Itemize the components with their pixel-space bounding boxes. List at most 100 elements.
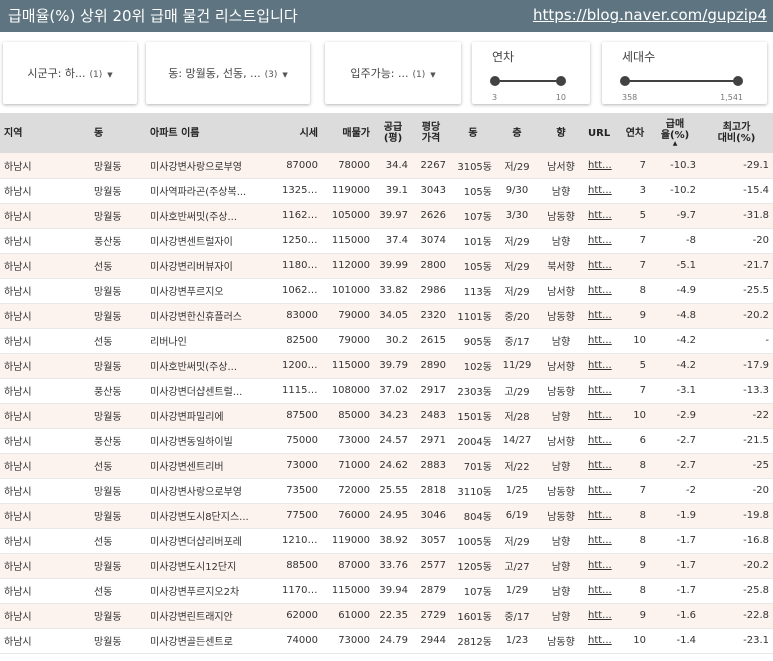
cell-url[interactable]: htt... [584, 203, 620, 229]
table-row[interactable]: 하남시 망월동 미사강변한신휴플러스 83000 79000 34.05 2320 1101동… [0, 303, 773, 329]
cell-listing-price: 108000 [322, 378, 374, 404]
cell-url[interactable]: htt... [584, 153, 620, 179]
column-header-vs-peak[interactable]: 최고가 대비(%) [700, 113, 773, 153]
dong-filter-count: (3) [264, 70, 278, 80]
table-row[interactable]: 하남시 망월동 미사강변파밀리에 87500 85000 34.23 2483 1501동 저/… [0, 403, 773, 429]
column-header-price-per-pyeong[interactable]: 평당 가격 [412, 113, 450, 153]
column-header-dong[interactable]: 동 [90, 113, 146, 153]
column-header-building[interactable]: 동 [450, 113, 496, 153]
dong-filter[interactable]: 동: 망월동, 선동, ... (3) ▼ [146, 42, 310, 104]
cell-market-price: 121000 [278, 528, 322, 554]
households-slider-min-handle[interactable] [620, 76, 630, 86]
sigungu-filter[interactable]: 시군구: 하... (1) ▼ [3, 42, 137, 104]
cell-url[interactable]: htt... [584, 178, 620, 204]
cell-price-per-pyeong: 2917 [412, 378, 450, 404]
cell-url[interactable]: htt... [584, 503, 620, 529]
cell-url[interactable]: htt... [584, 228, 620, 254]
move-in-filter[interactable]: 입주가능: ... (1) ▼ [325, 42, 461, 104]
table-row[interactable]: 하남시 선동 미사강변더샵리버포레 121000 119000 38.92 3057 1005… [0, 528, 773, 554]
cell-market-price: 111500 [278, 378, 322, 404]
cell-url[interactable]: htt... [584, 328, 620, 354]
table-row[interactable]: 하남시 망월동 미사강변골든센트로 74000 73000 24.79 2944 2812동 1… [0, 628, 773, 654]
column-header-region[interactable]: 지역 [0, 113, 90, 153]
table-row[interactable]: 하남시 풍산동 미사강변더샵센트럴... 111500 108000 37.02 2917 2… [0, 378, 773, 404]
cell-url[interactable]: htt... [584, 578, 620, 604]
cell-url[interactable]: htt... [584, 528, 620, 554]
cell-url[interactable]: htt... [584, 628, 620, 654]
column-header-direction[interactable]: 향 [538, 113, 584, 153]
cell-supply-area: 34.23 [374, 403, 412, 429]
column-header-discount-rate[interactable]: 급매 율(%) ▲ [650, 113, 700, 153]
year-slider-max-label: 10 [555, 93, 566, 102]
table-row[interactable]: 하남시 망월동 미사강변사랑으로부영 87000 78000 34.4 2267 3105동 저… [0, 153, 773, 179]
cell-url[interactable]: htt... [584, 603, 620, 629]
cell-supply-area: 39.99 [374, 253, 412, 279]
column-header-market-price[interactable]: 시세 [278, 113, 322, 153]
column-header-supply-area[interactable]: 공급 (평) [374, 113, 412, 153]
table-row[interactable]: 하남시 망월동 미사호반써밋(주상... 120000 115000 39.79 2890 1… [0, 353, 773, 379]
cell-market-price: 82500 [278, 328, 322, 354]
cell-url[interactable]: htt... [584, 303, 620, 329]
column-header-floor[interactable]: 층 [496, 113, 538, 153]
cell-age: 7 [620, 153, 650, 179]
cell-url[interactable]: htt... [584, 403, 620, 429]
cell-direction: 남향 [538, 553, 584, 579]
column-header-age[interactable]: 연차 [620, 113, 650, 153]
cell-listing-price: 119000 [322, 178, 374, 204]
table-row[interactable]: 하남시 선동 미사강변리버뷰자이 118000 112000 39.99 2800 105동 저… [0, 253, 773, 279]
column-header-label: 평당 가격 [421, 122, 441, 144]
column-header-apartment-name[interactable]: 아파트 이름 [146, 113, 278, 153]
households-slider-track[interactable] [625, 80, 738, 82]
blog-link[interactable]: https://blog.naver.com/gupzip4 [533, 6, 767, 24]
cell-apartment-name: 미사강변동일하이빌 [146, 428, 278, 454]
cell-listing-price: 79000 [322, 303, 374, 329]
cell-floor: 중/17 [496, 603, 538, 629]
year-slider-min-handle[interactable] [490, 76, 500, 86]
table-row[interactable]: 하남시 망월동 미사강변도시8단지스... 77500 76000 24.95 3046 80… [0, 503, 773, 529]
table-row[interactable]: 하남시 선동 미사강변센트리버 73000 71000 24.62 2883 701동 저/22… [0, 453, 773, 479]
cell-url[interactable]: htt... [584, 478, 620, 504]
sigungu-filter-label: 시군구: 하... [27, 67, 86, 80]
cell-listing-price: 73000 [322, 628, 374, 654]
column-header-listing-price[interactable]: 매물가 [322, 113, 374, 153]
cell-floor: 3/30 [496, 203, 538, 229]
cell-region: 하남시 [0, 603, 90, 629]
table-row[interactable]: 하남시 풍산동 미사강변센트럴자이 125000 115000 37.4 3074 101동 저… [0, 228, 773, 254]
table-row[interactable]: 하남시 풍산동 미사강변동일하이빌 75000 73000 24.57 2971 2004동 1… [0, 428, 773, 454]
households-slider-max-handle[interactable] [733, 76, 743, 86]
cell-url[interactable]: htt... [584, 353, 620, 379]
cell-dong: 망월동 [90, 403, 146, 429]
cell-url[interactable]: htt... [584, 553, 620, 579]
table-row[interactable]: 하남시 망월동 미사호반써밋(주상... 116250 105000 39.97 2626 1… [0, 203, 773, 229]
cell-price-per-pyeong: 2818 [412, 478, 450, 504]
table-row[interactable]: 하남시 망월동 미사강변푸르지오 106250 101000 33.82 2986 113동 저… [0, 278, 773, 304]
households-slider[interactable]: 세대수 358 1,541 [602, 42, 767, 104]
column-header-url[interactable]: URL [584, 113, 620, 153]
cell-market-price: 73500 [278, 478, 322, 504]
cell-listing-price: 79000 [322, 328, 374, 354]
table-row[interactable]: 하남시 선동 미사강변푸르지오2차 117000 115000 39.94 2879 107동… [0, 578, 773, 604]
cell-url[interactable]: htt... [584, 428, 620, 454]
cell-discount-rate: -1.9 [650, 503, 700, 529]
cell-floor: 저/29 [496, 228, 538, 254]
cell-url[interactable]: htt... [584, 278, 620, 304]
cell-url[interactable]: htt... [584, 253, 620, 279]
cell-discount-rate: -1.7 [650, 578, 700, 604]
table-row[interactable]: 하남시 망월동 미사강변사랑으로부영 73500 72000 25.55 2818 3110동… [0, 478, 773, 504]
table-row[interactable]: 하남시 망월동 미사강변린트래지안 62000 61000 22.35 2729 1601동 중… [0, 603, 773, 629]
year-slider[interactable]: 연차 3 10 [472, 42, 590, 104]
cell-supply-area: 38.92 [374, 528, 412, 554]
year-slider-track[interactable] [495, 80, 561, 82]
cell-url[interactable]: htt... [584, 378, 620, 404]
cell-url[interactable]: htt... [584, 453, 620, 479]
cell-apartment-name: 미사강변더샵리버포레 [146, 528, 278, 554]
cell-direction: 남동향 [538, 303, 584, 329]
column-header-label: 매물가 [342, 127, 370, 139]
cell-direction: 남향 [538, 228, 584, 254]
table-row[interactable]: 하남시 망월동 미사역파라곤(주상복... 132500 119000 39.1 3043 1… [0, 178, 773, 204]
table-row[interactable]: 하남시 선동 리버나인 82500 79000 30.2 2615 905동 중/17 남향 htt… [0, 328, 773, 354]
year-slider-max-handle[interactable] [556, 76, 566, 86]
cell-price-per-pyeong: 2879 [412, 578, 450, 604]
table-row[interactable]: 하남시 망월동 미사강변도시12단지 88500 87000 33.76 2577 1205동… [0, 553, 773, 579]
cell-apartment-name: 리버나인 [146, 328, 278, 354]
